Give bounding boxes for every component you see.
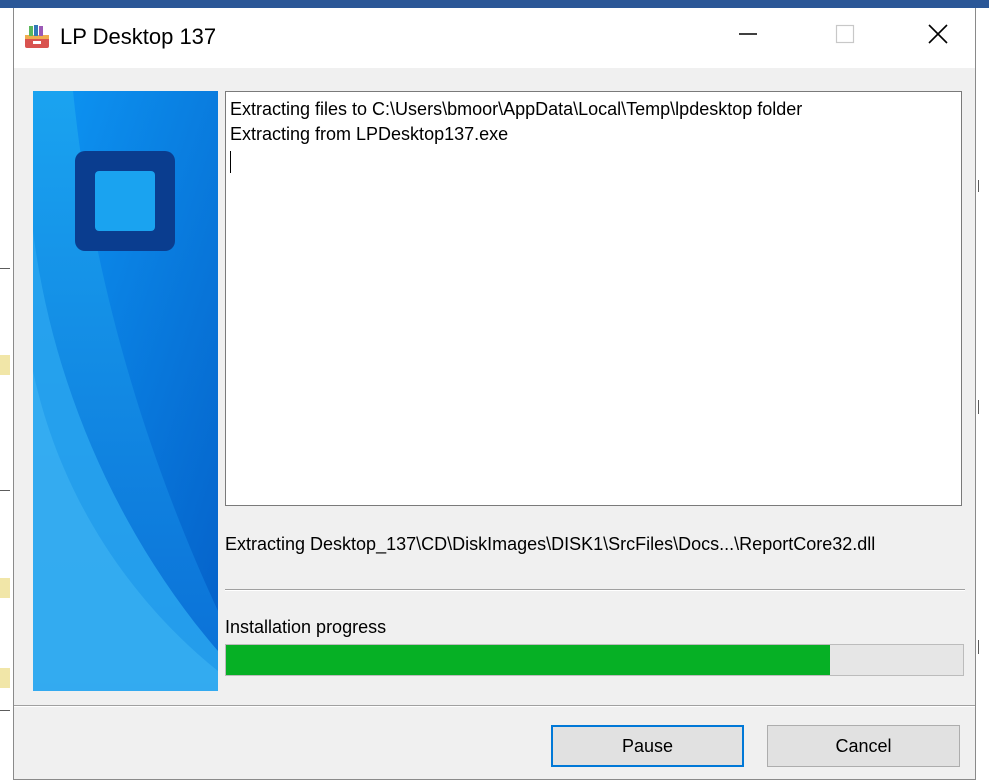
- background-divider: [978, 400, 979, 414]
- progress-label: Installation progress: [225, 617, 387, 637]
- installation-progress-bar: [225, 644, 964, 676]
- maximize-icon: [835, 24, 855, 44]
- background-window-right: [976, 8, 989, 780]
- text-caret: [230, 151, 231, 173]
- background-divider: [0, 710, 10, 711]
- log-line: Extracting files to C:\Users\bmoor\AppDa…: [230, 99, 803, 119]
- pause-button[interactable]: Pause: [551, 725, 744, 767]
- cancel-button[interactable]: Cancel: [767, 725, 960, 767]
- section-divider: [225, 589, 965, 591]
- background-highlight: [0, 355, 10, 375]
- winrar-archive-icon: [23, 23, 51, 51]
- progress-fill: [226, 645, 830, 675]
- background-window-left: [0, 8, 13, 780]
- installer-window: LP Desktop 137 Extracting files to C:\Us…: [13, 8, 976, 780]
- background-highlight: [0, 578, 10, 598]
- footer-divider: [14, 705, 975, 707]
- title-bar[interactable]: LP Desktop 137: [14, 8, 975, 68]
- close-button[interactable]: [903, 8, 973, 60]
- background-divider: [0, 490, 10, 491]
- background-highlight: [0, 668, 10, 688]
- background-divider: [0, 268, 10, 269]
- maximize-button: [810, 8, 880, 60]
- background-divider: [978, 640, 979, 654]
- close-icon: [927, 23, 949, 45]
- installer-banner-image: [33, 91, 218, 691]
- log-line: Extracting from LPDesktop137.exe: [230, 124, 509, 144]
- window-title: LP Desktop 137: [60, 24, 217, 49]
- extraction-log[interactable]: Extracting files to C:\Users\bmoor\AppDa…: [225, 91, 962, 506]
- minimize-icon: [738, 24, 758, 44]
- background-divider: [978, 180, 979, 192]
- background-window-edge: [0, 0, 989, 8]
- current-file-status: Extracting Desktop_137\CD\DiskImages\DIS…: [225, 534, 876, 554]
- minimize-button[interactable]: [713, 8, 783, 60]
